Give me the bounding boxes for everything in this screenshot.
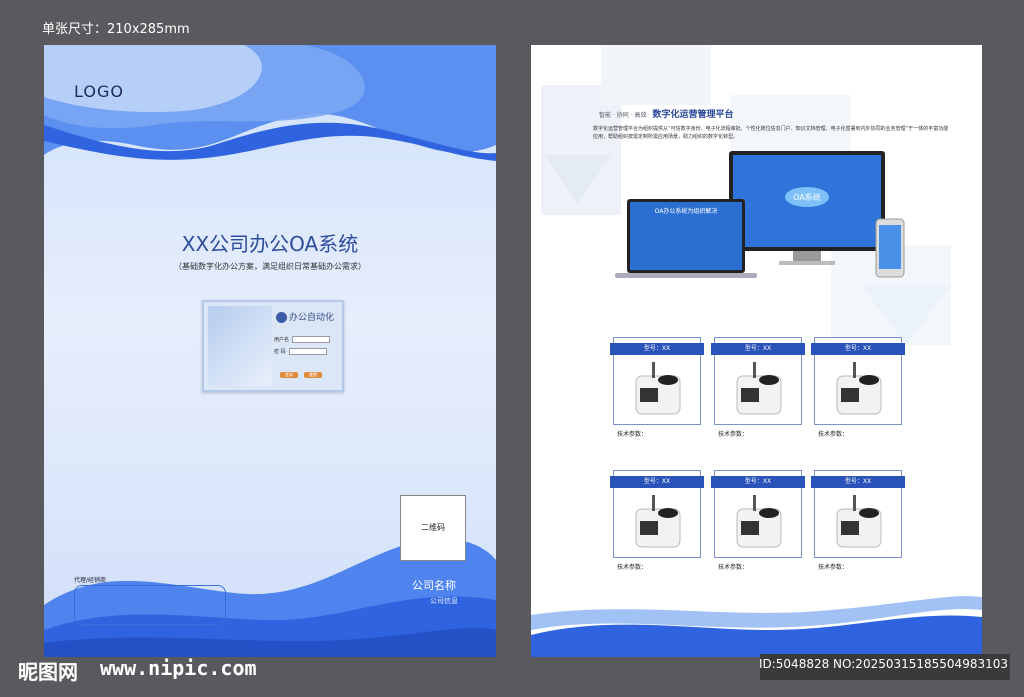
username-field[interactable] (292, 336, 331, 343)
product-model-label: 型号：XX (811, 476, 905, 488)
product-card: 型号：XX (711, 470, 805, 558)
company-name: 公司名称 (412, 579, 456, 592)
company-info: 公司信息 (430, 597, 458, 605)
login-illustration (208, 306, 272, 386)
agent-label: 代理/经销商 (74, 577, 107, 584)
agent-box (74, 585, 226, 625)
product-card: 型号：XX (811, 470, 905, 558)
username-label: 用户名 (274, 337, 290, 343)
login-brand: 办公自动化 (276, 310, 334, 323)
laptop-text: OA办公系统为组织解决 (655, 207, 718, 215)
back-paragraph: 数字化运营管理平台为组织提供从“可信数字身份、电子化流程审批、个性化岗位信息门户… (593, 126, 949, 140)
password-row: 密 码 (274, 348, 327, 355)
product-image (635, 362, 681, 415)
product-card: 型号：XX (610, 337, 704, 425)
cover-title: XX公司办公OA系统 (181, 232, 359, 256)
reset-button[interactable]: 重置 (304, 372, 322, 378)
qr-code-placeholder: 二维码 (400, 495, 466, 561)
product-image (736, 495, 782, 548)
product-card: 型号：XX (811, 337, 905, 425)
login-button[interactable]: 登录 (280, 372, 298, 378)
product-image (736, 362, 782, 415)
devices-illustration: OA系统 OA办公系统为组织解决 (615, 151, 905, 278)
product-params-label: 技术参数： (818, 431, 849, 438)
product-image (635, 495, 681, 548)
cover-page: LOGO XX公司办公OA系统 （基础数字化办公方案，满足组织日常基础办公需求）… (44, 45, 496, 657)
product-params-label: 技术参数： (617, 431, 648, 438)
brand-logo-icon (276, 312, 287, 323)
product-card: 型号：XX (711, 337, 805, 425)
product-model-label: 型号：XX (811, 343, 905, 355)
product-model-label: 型号：XX (610, 343, 704, 355)
tagline-text: 智能 · 协同 · 高效 (599, 112, 647, 119)
product-image (836, 495, 882, 548)
size-spec-label: 单张尺寸：210x285mm (42, 22, 190, 37)
login-brand-text: 办公自动化 (289, 313, 335, 323)
back-heading: 数字化运营管理平台 (652, 110, 734, 120)
product-image (836, 362, 882, 415)
password-label: 密 码 (274, 349, 286, 355)
product-params-label: 技术参数： (718, 431, 749, 438)
cover-subtitle: （基础数字化办公方案，满足组织日常基础办公需求） (174, 262, 366, 271)
login-preview: 办公自动化 用户名 密 码 登录 重置 (202, 300, 344, 392)
product-card: 型号：XX (610, 470, 704, 558)
username-row: 用户名 (274, 336, 331, 343)
product-params-label: 技术参数： (718, 564, 749, 571)
image-id: ID:5048828 NO:20250315185504983103 (758, 657, 1008, 671)
back-tagline: 智能 · 协同 · 高效 数字化运营管理平台 (599, 107, 733, 120)
cover-logo: LOGO (74, 82, 124, 101)
product-model-label: 型号：XX (711, 476, 805, 488)
product-model-label: 型号：XX (610, 476, 704, 488)
product-params-label: 技术参数： (617, 564, 648, 571)
product-model-label: 型号：XX (711, 343, 805, 355)
password-field[interactable] (288, 348, 327, 355)
product-params-label: 技术参数： (818, 564, 849, 571)
monitor-text: OA系统 (793, 192, 821, 202)
back-page: 智能 · 协同 · 高效 数字化运营管理平台 数字化运营管理平台为组织提供从“可信… (531, 45, 982, 657)
